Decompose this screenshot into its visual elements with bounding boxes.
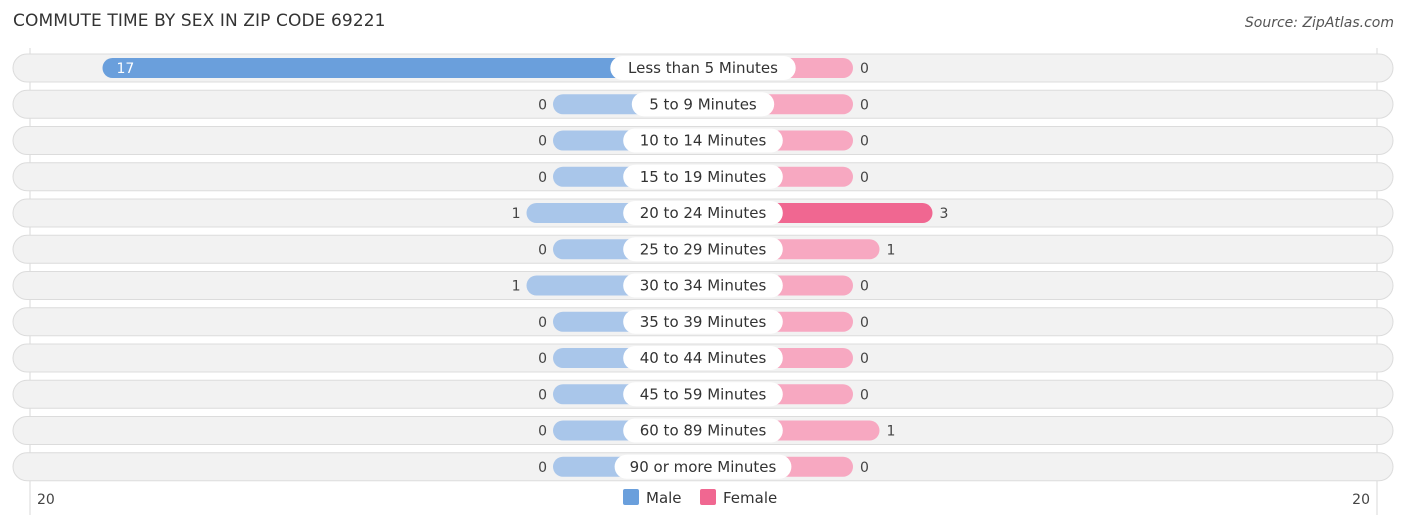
category-label: 15 to 19 Minutes <box>640 168 767 186</box>
category-label: 20 to 24 Minutes <box>640 204 767 222</box>
value-male: 0 <box>538 242 547 258</box>
legend: Male Female <box>623 489 777 507</box>
chart: Less than 5 Minutes17 05 to 9 Minutes0 010… <box>12 48 1394 515</box>
category-label: Less than 5 Minutes <box>628 59 778 77</box>
value-female: 0 <box>860 387 869 403</box>
category-label: 5 to 9 Minutes <box>649 95 757 113</box>
axis-label-left: 20 <box>37 492 55 508</box>
legend-label-male: Male <box>646 489 682 507</box>
value-male: 0 <box>538 387 547 403</box>
value-female: 1 <box>887 242 896 258</box>
value-male: 1 <box>512 206 521 222</box>
value-male: 0 <box>538 460 547 476</box>
axis-label-right: 20 <box>1352 492 1370 508</box>
legend-swatch-male <box>623 489 639 505</box>
value-female: 3 <box>940 206 949 222</box>
table-row: 25 to 29 Minutes 0 1 <box>12 234 1394 264</box>
value-male: 0 <box>538 97 547 113</box>
value-female: 0 <box>860 315 869 331</box>
category-label: 35 to 39 Minutes <box>640 313 767 331</box>
value-female: 0 <box>860 460 869 476</box>
category-label: 45 to 59 Minutes <box>640 385 767 403</box>
table-row: Less than 5 Minutes 17 0 <box>12 53 1394 83</box>
legend-label-female: Female <box>723 489 777 507</box>
table-row: 10 to 14 Minutes 0 0 <box>12 126 1394 155</box>
table-row: 60 to 89 Minutes 0 1 <box>12 416 1394 445</box>
value-female: 0 <box>860 351 869 367</box>
value-male: 0 <box>538 170 547 186</box>
table-row: 15 to 19 Minutes 0 0 <box>12 162 1394 192</box>
table-row: 90 or more Minutes 0 0 <box>12 452 1394 482</box>
value-female: 0 <box>860 170 869 186</box>
value-male: 17 <box>117 61 135 77</box>
value-female: 0 <box>860 279 869 295</box>
value-male: 0 <box>538 315 547 331</box>
category-label: 60 to 89 Minutes <box>640 422 767 440</box>
chart-rows: Less than 5 Minutes17 05 to 9 Minutes0 010… <box>12 53 1394 482</box>
category-label: 10 to 14 Minutes <box>640 132 767 150</box>
legend-swatch-female <box>700 489 716 505</box>
table-row: 5 to 9 Minutes 0 0 <box>12 89 1394 119</box>
value-male: 0 <box>538 351 547 367</box>
table-row: 20 to 24 Minutes 1 3 <box>12 198 1394 228</box>
table-row: 45 to 59 Minutes 0 0 <box>12 379 1394 409</box>
table-row: 40 to 44 Minutes 0 0 <box>12 343 1394 373</box>
value-female: 0 <box>860 134 869 150</box>
value-female: 0 <box>860 97 869 113</box>
value-male: 0 <box>538 134 547 150</box>
table-row: 30 to 34 Minutes 1 0 <box>12 271 1394 300</box>
category-label: 40 to 44 Minutes <box>640 349 767 367</box>
category-label: 90 or more Minutes <box>630 458 777 476</box>
table-row: 35 to 39 Minutes 0 0 <box>12 307 1394 337</box>
category-label: 25 to 29 Minutes <box>640 240 767 258</box>
category-label: 30 to 34 Minutes <box>640 277 767 295</box>
value-male: 0 <box>538 424 547 440</box>
value-male: 1 <box>512 279 521 295</box>
value-female: 0 <box>860 61 869 77</box>
value-female: 1 <box>887 424 896 440</box>
